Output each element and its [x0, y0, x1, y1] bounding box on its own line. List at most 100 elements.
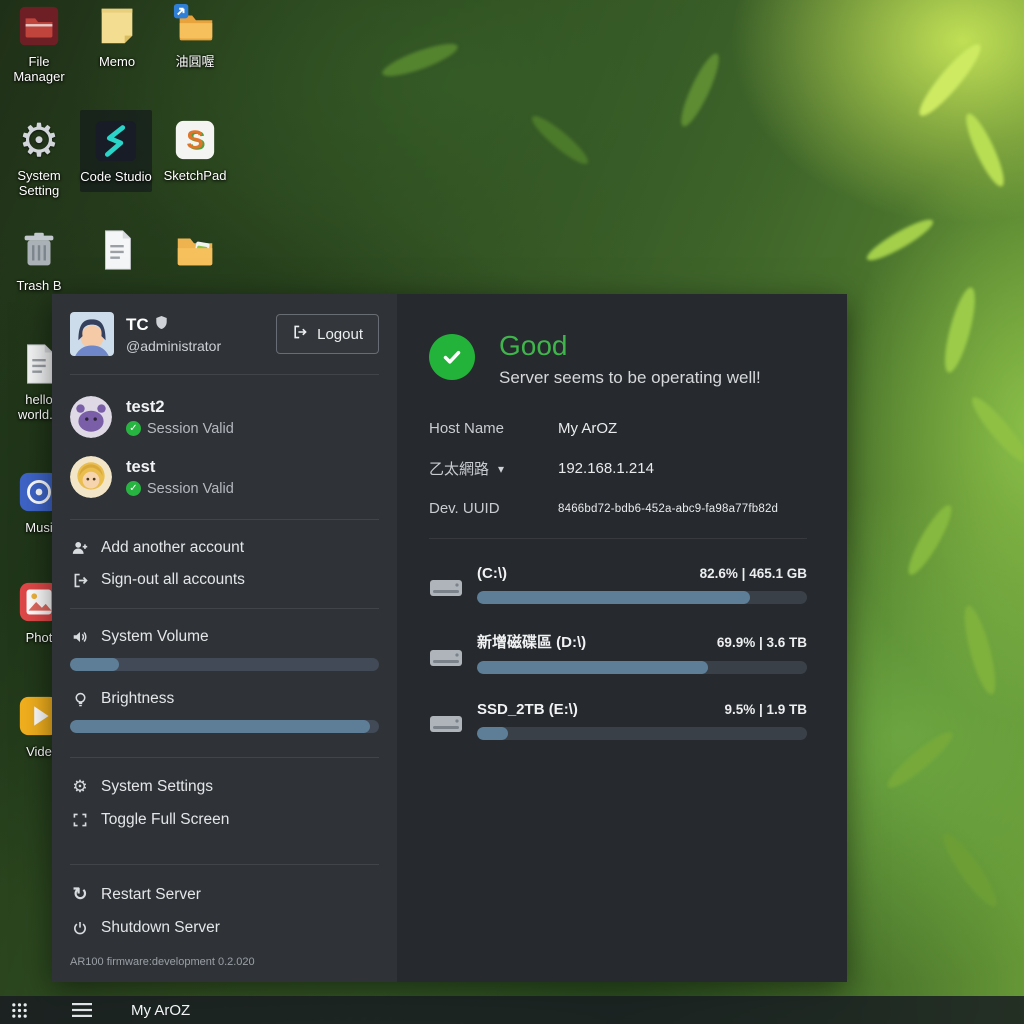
hard-drive-icon — [429, 577, 465, 604]
disk-usage-bar — [477, 661, 807, 674]
desktop-icon-folder-files[interactable] — [162, 226, 228, 278]
session-status-label: Session Valid — [147, 421, 234, 437]
account-avatar — [70, 396, 112, 438]
disk-info: (C:\) 82.6% | 465.1 GB — [477, 565, 807, 604]
desktop-icon-label: Phot — [26, 630, 53, 645]
user-name: TC — [126, 315, 149, 335]
disk-row-e: SSD_2TB (E:\) 9.5% | 1.9 TB — [429, 701, 807, 740]
system-popup-panel: TC @administrator Logout — [52, 294, 847, 982]
menu-button[interactable] — [61, 996, 103, 1024]
disk-usage-stats: 69.9% | 3.6 TB — [717, 635, 807, 650]
divider — [429, 538, 807, 539]
disk-row-d: 新增磁碟區 (D:\) 69.9% | 3.6 TB — [429, 631, 807, 674]
desktop-icon-label: System Setting — [6, 168, 72, 198]
signout-all-button[interactable]: Sign-out all accounts — [70, 564, 379, 596]
desktop-icon-folder-shortcut[interactable]: 油圓喔 — [162, 2, 228, 69]
uuid-label: Dev. UUID — [429, 500, 558, 517]
desktop-icon-memo[interactable]: Memo — [84, 2, 150, 69]
bulb-icon — [70, 691, 90, 708]
folder-shortcut-icon — [171, 2, 219, 50]
user-meta: TC @administrator — [126, 315, 221, 354]
toggle-fullscreen-button[interactable]: Toggle Full Screen — [70, 804, 379, 836]
current-user-header: TC @administrator Logout — [70, 310, 379, 362]
server-status-panel: Good Server seems to be operating well! … — [397, 294, 847, 982]
uuid-value: 8466bd72-bdb6-452a-abc9-fa98a77fb82d — [558, 503, 778, 515]
brightness-row: Brightness — [70, 683, 379, 715]
menu-item-label: Toggle Full Screen — [101, 811, 229, 829]
app-grid-icon — [11, 1002, 28, 1019]
desktop-icon-document[interactable] — [84, 226, 150, 278]
taskbar-title: My ArOZ — [131, 1002, 190, 1019]
user-avatar[interactable] — [70, 312, 114, 356]
desktop-icon-sketchpad[interactable]: SS SketchPad — [162, 116, 228, 183]
hamburger-icon — [72, 1003, 92, 1017]
desktop-icon-label: Memo — [99, 54, 135, 69]
disk-usage-stats: 82.6% | 465.1 GB — [700, 566, 807, 581]
panel-bottom-section: Restart Server Shutdown Server AR100 fir… — [70, 852, 379, 972]
add-account-button[interactable]: Add another account — [70, 532, 379, 564]
network-interface-label: 乙太網路 — [429, 458, 489, 479]
restart-server-button[interactable]: Restart Server — [70, 877, 379, 912]
status-text: Good Server seems to be operating well! — [499, 330, 761, 388]
memo-icon — [93, 2, 141, 50]
quick-settings-panel: TC @administrator Logout — [52, 294, 397, 982]
divider — [70, 864, 379, 865]
logout-button[interactable]: Logout — [276, 314, 379, 354]
shutdown-server-button[interactable]: Shutdown Server — [70, 912, 379, 944]
disk-info: 新增磁碟區 (D:\) 69.9% | 3.6 TB — [477, 631, 807, 674]
menu-item-label: Shutdown Server — [101, 919, 220, 937]
hostname-row: Host Name My ArOZ — [429, 420, 807, 437]
disk-name: (C:\) — [477, 565, 507, 582]
folder-files-icon — [171, 226, 219, 274]
user-handle: @administrator — [126, 338, 221, 354]
session-valid-icon — [126, 421, 141, 436]
desktop: File Manager Memo 油圓喔 System Setting Cod… — [0, 0, 1024, 1024]
desktop-icon-file-manager[interactable]: File Manager — [6, 2, 72, 84]
hostname-label: Host Name — [429, 420, 558, 437]
account-row-test2[interactable]: test2 Session Valid — [70, 387, 379, 447]
disk-info: SSD_2TB (E:\) 9.5% | 1.9 TB — [477, 701, 807, 740]
brightness-fill — [70, 720, 370, 733]
server-status-header: Good Server seems to be operating well! — [429, 330, 807, 388]
desktop-icon-system-setting[interactable]: System Setting — [6, 116, 72, 198]
account-avatar — [70, 456, 112, 498]
start-button[interactable] — [0, 996, 39, 1024]
account-name: test2 — [126, 398, 234, 417]
disk-row-c: (C:\) 82.6% | 465.1 GB — [429, 565, 807, 604]
menu-item-label: System Settings — [101, 778, 213, 796]
disk-usage-bar — [477, 727, 807, 740]
desktop-icon-label: File Manager — [6, 54, 72, 84]
system-volume-row: System Volume — [70, 621, 379, 653]
system-volume-fill — [70, 658, 119, 671]
divider — [70, 519, 379, 520]
desktop-icon-label: Vide — [26, 744, 52, 759]
menu-item-label: Sign-out all accounts — [101, 571, 245, 589]
hard-drive-icon — [429, 713, 465, 740]
desktop-icon-code-studio[interactable]: Code Studio — [80, 110, 152, 192]
person-plus-icon — [70, 539, 90, 557]
menu-item-label: Restart Server — [101, 886, 201, 904]
ip-address-value: 192.168.1.214 — [558, 460, 654, 477]
admin-shield-icon — [155, 315, 168, 335]
desktop-icon-label: Code Studio — [80, 169, 152, 184]
account-row-test[interactable]: test Session Valid — [70, 447, 379, 507]
taskbar: My ArOZ — [0, 996, 1024, 1024]
desktop-icon-trash[interactable]: Trash B — [6, 226, 72, 293]
slider-label: System Volume — [101, 628, 209, 646]
account-status: Session Valid — [126, 421, 234, 437]
status-message: Server seems to be operating well! — [499, 368, 761, 388]
logout-label: Logout — [317, 326, 363, 343]
system-settings-button[interactable]: System Settings — [70, 770, 379, 804]
disk-name: 新增磁碟區 (D:\) — [477, 631, 586, 652]
account-info: test Session Valid — [126, 458, 234, 497]
logout-icon — [292, 324, 308, 344]
brightness-slider[interactable] — [70, 720, 379, 733]
desktop-icon-label: Trash B — [16, 278, 61, 293]
network-select[interactable]: 乙太網路 — [429, 458, 558, 479]
disk-usage-stats: 9.5% | 1.9 TB — [724, 702, 807, 717]
firmware-version-label: AR100 firmware:development 0.2.020 — [70, 956, 379, 972]
system-volume-slider[interactable] — [70, 658, 379, 671]
desktop-icon-label: 油圓喔 — [175, 54, 214, 69]
gear-icon — [15, 116, 63, 164]
session-valid-icon — [126, 481, 141, 496]
